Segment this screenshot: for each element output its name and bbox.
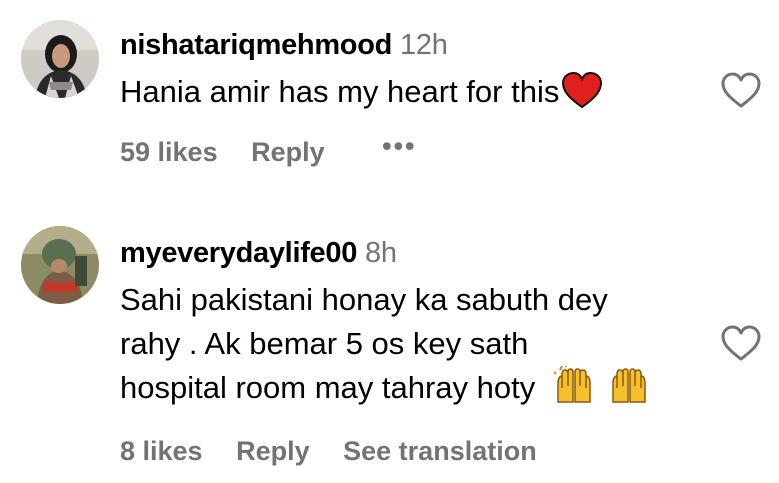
raising-hands-emoji <box>553 365 591 403</box>
username[interactable]: myeverydaylife00 8h <box>120 236 397 270</box>
likes-count[interactable]: 8 likes <box>120 435 203 467</box>
comment-text: Sahi pakistani honay ka sabuth dey rahy … <box>120 278 705 410</box>
like-heart-icon[interactable] <box>720 325 762 363</box>
raising-hands-emoji <box>611 368 646 403</box>
timestamp: 8h <box>365 237 397 269</box>
comment-actions: 8 likes Reply See translation <box>120 435 563 467</box>
avatar[interactable] <box>21 226 99 304</box>
reply-button[interactable]: Reply <box>236 435 310 467</box>
comment-2: myeverydaylife00 8h Sahi pakistani honay … <box>0 0 779 483</box>
see-translation-button[interactable]: See translation <box>343 435 537 467</box>
